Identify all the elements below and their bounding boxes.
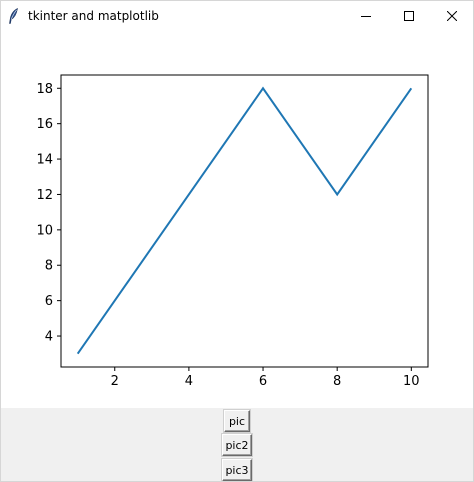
y-tick-label: 8 <box>45 259 53 274</box>
x-tick-label: 4 <box>185 374 193 389</box>
matplotlib-canvas: 2 4 6 8 10 4 6 8 10 12 14 16 18 <box>1 31 473 408</box>
line-chart: 2 4 6 8 10 4 6 8 10 12 14 16 18 <box>36 74 429 389</box>
y-tick-label: 14 <box>36 153 53 168</box>
y-tick-label: 4 <box>45 330 53 345</box>
y-tick-label: 16 <box>36 117 53 132</box>
app-window: tkinter and matplotlib 2 4 6 8 10 4 6 8 10 12 14 16… <box>0 0 474 482</box>
x-tick-label: 6 <box>259 374 267 389</box>
pic3-button[interactable]: pic3 <box>222 459 252 481</box>
y-tick-label: 12 <box>36 188 53 203</box>
maximize-icon <box>404 11 414 21</box>
x-tick-label: 8 <box>333 374 341 389</box>
close-icon <box>447 11 457 21</box>
window-title: tkinter and matplotlib <box>28 9 159 23</box>
button-panel: pic pic2 pic3 <box>1 408 473 481</box>
close-button[interactable] <box>430 1 473 31</box>
y-tick-label: 18 <box>36 82 53 97</box>
minimize-button[interactable] <box>344 1 388 31</box>
title-bar[interactable]: tkinter and matplotlib <box>1 1 473 31</box>
minimize-icon <box>361 11 371 21</box>
x-tick-label: 10 <box>403 374 420 389</box>
pic-button[interactable]: pic <box>224 410 250 432</box>
feather-icon <box>8 8 20 24</box>
maximize-button[interactable] <box>387 1 431 31</box>
y-tick-label: 6 <box>45 294 53 309</box>
x-tick-label: 2 <box>111 374 119 389</box>
plot-area <box>61 75 428 367</box>
pic2-button[interactable]: pic2 <box>222 434 252 456</box>
y-tick-label: 10 <box>36 223 53 238</box>
